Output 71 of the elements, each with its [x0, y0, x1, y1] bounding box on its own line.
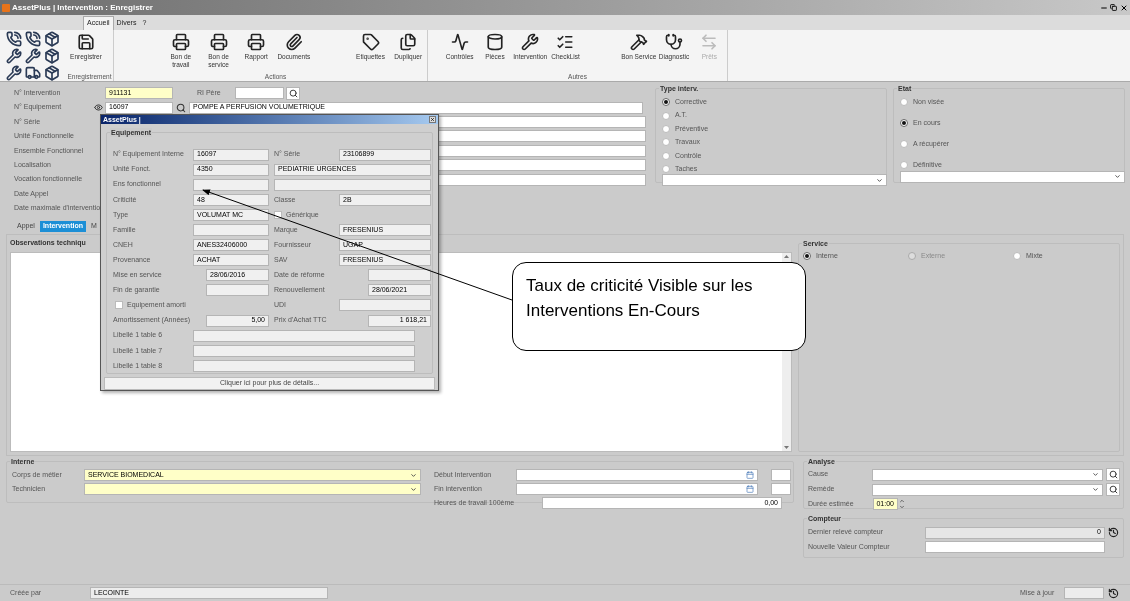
search-icon — [1108, 485, 1118, 494]
calendar-icon[interactable] — [746, 471, 754, 479]
files-icon — [399, 33, 418, 51]
text-field[interactable] — [193, 329, 415, 342]
tag-icon — [361, 33, 380, 51]
dropdown[interactable] — [84, 483, 421, 495]
text-field[interactable] — [771, 483, 791, 495]
search-button[interactable] — [1106, 483, 1120, 496]
package-icon[interactable] — [44, 65, 60, 81]
search-button[interactable] — [1106, 468, 1120, 481]
spinner[interactable] — [899, 498, 905, 510]
caret-icon — [1092, 471, 1099, 478]
hammer-icon — [629, 33, 648, 51]
text-field[interactable] — [274, 178, 431, 191]
close-button[interactable] — [429, 116, 436, 123]
pulse-icon — [450, 33, 469, 51]
truck-icon[interactable] — [25, 65, 41, 81]
close-icon — [430, 117, 435, 122]
save-icon — [77, 33, 95, 51]
search-button[interactable] — [286, 86, 300, 100]
eye-icon[interactable] — [94, 103, 103, 113]
wrench-icon[interactable] — [25, 48, 41, 64]
package-icon[interactable] — [44, 31, 60, 47]
search-icon — [288, 88, 298, 98]
wrench-icon[interactable] — [6, 65, 22, 81]
text-field[interactable] — [925, 541, 1105, 553]
scroll-up-icon[interactable] — [784, 254, 789, 258]
history-button[interactable] — [1107, 586, 1120, 600]
text-field[interactable] — [193, 224, 269, 236]
package-icon[interactable] — [44, 48, 60, 64]
search-icon[interactable] — [176, 102, 186, 113]
text-field[interactable] — [516, 469, 758, 481]
calendar-icon[interactable] — [746, 485, 754, 493]
caret-icon — [876, 176, 883, 184]
window-title: AssetPlus | Intervention : Enregistrer — [12, 1, 153, 14]
cylinder-icon — [485, 33, 504, 51]
text-field[interactable] — [235, 87, 284, 100]
caret-icon — [1092, 486, 1099, 493]
app-logo-icon — [2, 3, 10, 12]
history-icon — [1108, 587, 1119, 599]
text-field[interactable] — [193, 344, 415, 357]
text-field[interactable] — [339, 299, 431, 312]
stethoscope-icon — [665, 33, 684, 51]
printer-icon — [171, 33, 190, 51]
close-icon — [1119, 3, 1128, 12]
history-icon — [1108, 527, 1119, 538]
text-field[interactable] — [368, 269, 431, 282]
wrench-icon[interactable] — [6, 48, 22, 64]
wrench-icon — [521, 33, 540, 51]
restore-button[interactable] — [1109, 2, 1118, 13]
dropdown[interactable] — [900, 170, 1125, 183]
phone-icon[interactable] — [25, 31, 41, 47]
printer-icon — [209, 33, 228, 51]
printer-icon — [247, 33, 266, 51]
text-field[interactable] — [206, 284, 269, 297]
restore-icon — [1110, 4, 1117, 11]
text-field[interactable] — [771, 469, 791, 481]
text-field[interactable] — [193, 178, 269, 191]
history-button[interactable] — [1107, 526, 1120, 539]
scroll-down-icon[interactable] — [784, 446, 789, 449]
arrows-icon — [700, 33, 719, 51]
text-field[interactable] — [193, 359, 415, 372]
callout-tooltip: Taux de criticité Visible sur les Interventions En-Cours — [512, 262, 806, 351]
phone-icon[interactable] — [6, 31, 22, 47]
dropdown[interactable] — [662, 174, 887, 187]
text-field[interactable] — [516, 483, 758, 495]
text-field[interactable] — [1064, 587, 1104, 599]
paperclip-icon — [284, 33, 303, 51]
checklist-icon — [556, 33, 575, 51]
caret-icon — [1114, 173, 1121, 180]
search-icon — [1108, 470, 1118, 479]
